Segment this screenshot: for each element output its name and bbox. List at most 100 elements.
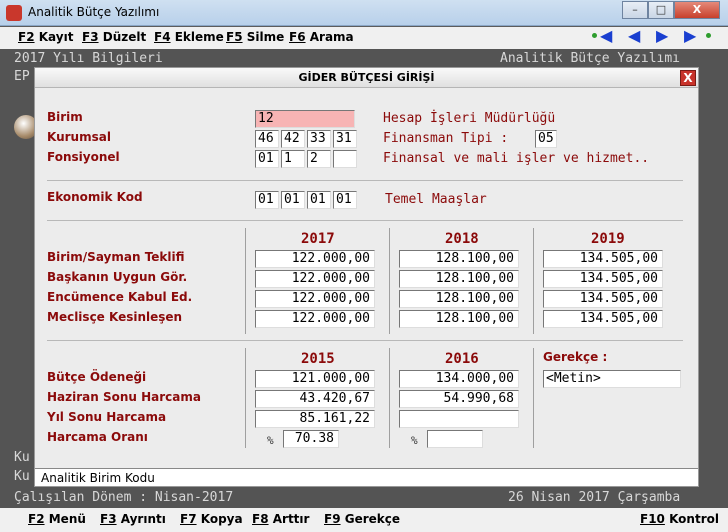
past-year-header-2: 2016 [445, 351, 479, 367]
amount-field[interactable] [399, 410, 519, 428]
last-record-icon[interactable]: ▶ [684, 28, 704, 44]
divider [47, 220, 683, 221]
amount-field[interactable]: 134.505,00 [543, 310, 663, 328]
fkey-label: F9 [324, 512, 341, 526]
menu-duzelt[interactable]: F3 Düzelt [82, 30, 146, 44]
gerekce-input[interactable]: <Metin> [543, 370, 681, 388]
status-line: Çalışılan Dönem : Nisan-2017 26 Nisan 20… [0, 488, 728, 508]
year-header-3: 2019 [591, 231, 625, 247]
ekonomik-part-1[interactable]: 01 [255, 191, 279, 209]
finansman-tipi-label: Finansman Tipi : [383, 131, 509, 146]
menu-label: Kopya [200, 512, 243, 526]
amount-field[interactable]: 122.000,00 [255, 290, 375, 308]
year-header-1: 2017 [301, 231, 335, 247]
birim-input[interactable]: 12 [255, 110, 355, 128]
dialog-close-button[interactable]: X [680, 70, 696, 86]
fkey-label: F3 [100, 512, 117, 526]
amount-field[interactable]: 43.420,67 [255, 390, 375, 408]
fkey-label: F7 [180, 512, 197, 526]
fonsiyonel-description: Finansal ve mali işler ve hizmet.. [383, 151, 650, 166]
app-icon [6, 5, 22, 21]
window-titlebar: Analitik Bütçe Yazılımı – □ X [0, 0, 728, 26]
fonsiyonel-part-3[interactable]: 2 [307, 150, 331, 168]
amount-field[interactable]: 122.000,00 [255, 310, 375, 328]
close-window-button[interactable]: X [674, 1, 720, 19]
fkey-label: F2 [18, 30, 35, 44]
kurumsal-part-1[interactable]: 46 [255, 130, 279, 148]
amount-field[interactable]: 121.000,00 [255, 370, 375, 388]
menu-label: Silme [246, 30, 285, 44]
menu-ekleme[interactable]: F4 Ekleme [154, 30, 224, 44]
menu-silme[interactable]: F5 Silme [226, 30, 284, 44]
amount-field[interactable]: 122.000,00 [255, 250, 375, 268]
percent-field[interactable] [427, 430, 483, 448]
fkey-label: F8 [252, 512, 269, 526]
menu-label: Arama [309, 30, 354, 44]
fkey-label: F4 [154, 30, 171, 44]
fonsiyonel-part-4[interactable] [333, 150, 357, 168]
row-label: Encümence Kabul Ed. [47, 290, 193, 304]
fkey-label: F2 [28, 512, 45, 526]
fkey-label: F5 [226, 30, 243, 44]
fonsiyonel-part-2[interactable]: 1 [281, 150, 305, 168]
function-key-bar: F2 Kayıt F3 Düzelt F4 Ekleme F5 Silme F6… [0, 27, 728, 49]
amount-field[interactable]: 85.161,22 [255, 410, 375, 428]
menu-kayit[interactable]: F2 Kayıt [18, 30, 73, 44]
ekonomik-part-2[interactable]: 01 [281, 191, 305, 209]
finansman-tipi-input[interactable]: 05 [535, 130, 557, 148]
year-header-2: 2018 [445, 231, 479, 247]
first-record-icon[interactable]: ◀ [600, 28, 620, 44]
prev-record-icon[interactable]: ◀ [628, 28, 648, 44]
row-label: Başkanın Uygun Gör. [47, 270, 188, 284]
amount-field[interactable]: 134.000,00 [399, 370, 519, 388]
bottom-menu-menu[interactable]: F2 Menü [28, 512, 86, 526]
maximize-button[interactable]: □ [648, 1, 674, 19]
background-ku: Ku [14, 450, 30, 465]
menu-arama[interactable]: F6 Arama [289, 30, 354, 44]
kurumsal-part-2[interactable]: 42 [281, 130, 305, 148]
kurumsal-part-4[interactable]: 31 [333, 130, 357, 148]
menu-label: Ayrıntı [120, 512, 166, 526]
bottom-menu-kopya[interactable]: F7 Kopya [180, 512, 243, 526]
amount-field[interactable]: 128.100,00 [399, 250, 519, 268]
bottom-menu-kontrol[interactable]: F10 Kontrol [640, 512, 719, 526]
amount-field[interactable]: 128.100,00 [399, 310, 519, 328]
column-separator [245, 228, 246, 334]
birim-label: Birim [47, 110, 83, 124]
ekonomik-part-4[interactable]: 01 [333, 191, 357, 209]
gerekce-label: Gerekçe : [543, 350, 608, 364]
percent-symbol: % [267, 434, 274, 447]
amount-field[interactable]: 134.505,00 [543, 250, 663, 268]
percent-field[interactable]: 70.38 [283, 430, 339, 448]
amount-field[interactable]: 134.505,00 [543, 290, 663, 308]
fonsiyonel-part-1[interactable]: 01 [255, 150, 279, 168]
divider [47, 180, 683, 181]
column-separator [533, 228, 534, 334]
background-ku: Ku [14, 469, 30, 484]
nav-dot [592, 33, 597, 38]
minimize-button[interactable]: – [622, 1, 648, 19]
kurumsal-part-3[interactable]: 33 [307, 130, 331, 148]
amount-field[interactable]: 122.000,00 [255, 270, 375, 288]
menu-label: Kayıt [38, 30, 74, 44]
nav-dot [706, 33, 711, 38]
menu-label: Gerekçe [344, 512, 401, 526]
birim-description: Hesap İşleri Müdürlüğü [383, 111, 556, 126]
percent-symbol: % [411, 434, 418, 447]
bottom-menu-gerekce[interactable]: F9 Gerekçe [324, 512, 400, 526]
bottom-menu-arttir[interactable]: F8 Arttır [252, 512, 309, 526]
dialog-status-bar: Analitik Birim Kodu [35, 468, 698, 486]
dialog-title: GİDER BÜTÇESİ GİRİŞİ [298, 71, 435, 84]
ekonomik-kod-description: Temel Maaşlar [385, 192, 487, 207]
amount-field[interactable]: 128.100,00 [399, 290, 519, 308]
next-record-icon[interactable]: ▶ [656, 28, 676, 44]
bottom-menu-ayrinti[interactable]: F3 Ayrıntı [100, 512, 166, 526]
row-label: Harcama Oranı [47, 430, 148, 444]
amount-field[interactable]: 134.505,00 [543, 270, 663, 288]
background-ep: EP [14, 69, 30, 84]
column-separator [389, 348, 390, 448]
ekonomik-part-3[interactable]: 01 [307, 191, 331, 209]
row-label: Birim/Sayman Teklifi [47, 250, 185, 264]
amount-field[interactable]: 54.990,68 [399, 390, 519, 408]
amount-field[interactable]: 128.100,00 [399, 270, 519, 288]
